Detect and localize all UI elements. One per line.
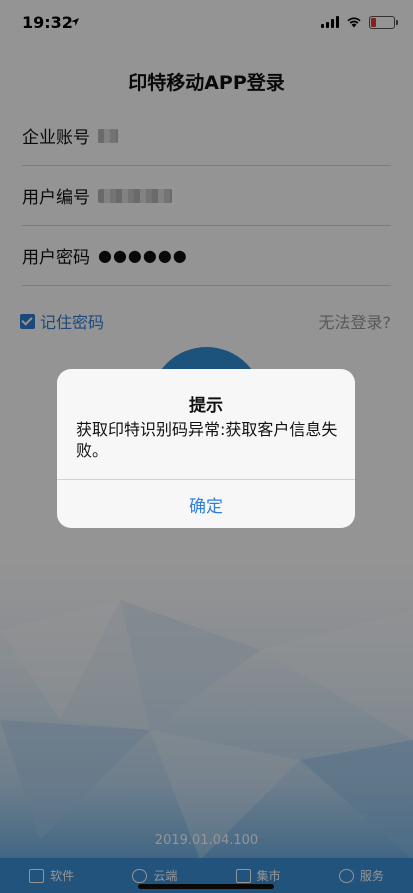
alert-title: 提示 (189, 396, 223, 416)
alert-message: 获取印特识别码异常:获取客户信息失败。 (76, 420, 338, 460)
confirm-button[interactable]: 确定 (57, 480, 355, 528)
alert-dialog: 提示 获取印特识别码异常:获取客户信息失败。 确定 (57, 369, 355, 528)
login-screen: 19:32 印特移动APP登录 企业账号 用户编号 用户密码 ●●●●●● 记住… (0, 0, 413, 893)
